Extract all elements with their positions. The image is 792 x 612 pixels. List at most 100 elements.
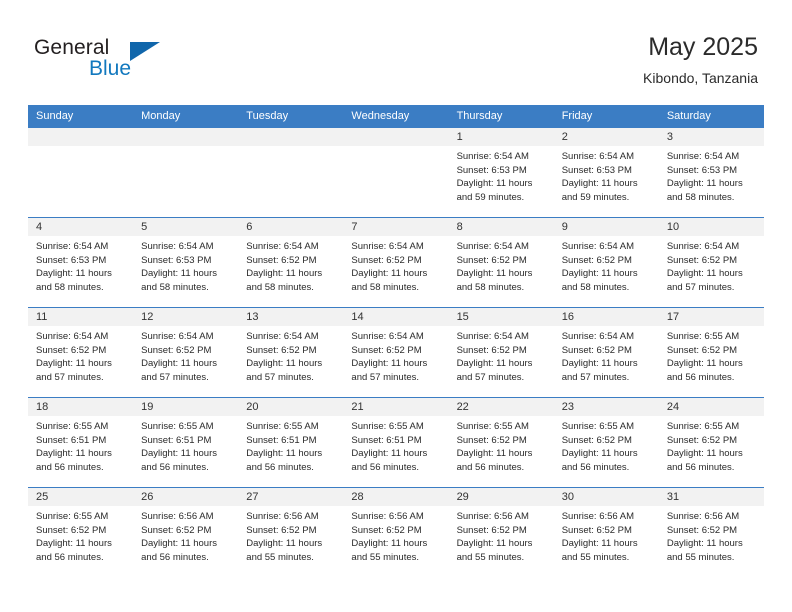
sunrise-text: Sunrise: 6:54 AM [246,331,319,342]
day-sun-info: Sunrise: 6:55 AM Sunset: 6:51 PM Daylight:… [343,416,448,474]
day-cell[interactable]: 17 Sunrise: 6:55 AM Sunset: 6:52 PM Dayligh… [658,307,764,397]
day-cell[interactable]: 15 Sunrise: 6:54 AM Sunset: 6:52 PM Dayligh… [448,307,554,397]
daylight-text-line1: Daylight: 11 hours [246,538,323,549]
sunset-text: Sunset: 6:52 PM [456,524,527,536]
day-number: 10 [658,218,764,236]
calendar-cell: 10 Sunrise: 6:54 AM Sunset: 6:52 PM Dayligh… [658,217,764,307]
daylight-text-line1: Daylight: 11 hours [351,538,428,549]
day-cell[interactable]: 23 Sunrise: 6:55 AM Sunset: 6:52 PM Dayligh… [553,397,659,487]
day-sun-info: Sunrise: 6:54 AM Sunset: 6:52 PM Daylight:… [449,236,554,294]
day-cell[interactable]: 14 Sunrise: 6:54 AM Sunset: 6:52 PM Dayligh… [343,307,449,397]
sunrise-text: Sunrise: 6:54 AM [456,241,529,252]
day-number: 23 [553,398,659,416]
calendar-cell: 31 Sunrise: 6:56 AM Sunset: 6:52 PM Dayligh… [658,487,764,577]
day-sun-info: Sunrise: 6:56 AM Sunset: 6:52 PM Daylight:… [343,506,448,564]
day-sun-info: Sunrise: 6:55 AM Sunset: 6:52 PM Daylight:… [449,416,554,474]
sunrise-text: Sunrise: 6:54 AM [141,241,214,252]
daylight-text-line2: and 57 minutes. [561,371,630,383]
logo-text-blue: Blue [89,57,132,80]
sunset-text: Sunset: 6:51 PM [36,434,107,446]
day-cell[interactable]: 28 Sunrise: 6:56 AM Sunset: 6:52 PM Dayligh… [343,487,449,577]
calendar-cell [238,127,344,217]
day-cell[interactable]: 5 Sunrise: 6:54 AM Sunset: 6:53 PM Daylight… [133,217,239,307]
day-number: 15 [448,308,554,326]
day-cell[interactable]: 22 Sunrise: 6:55 AM Sunset: 6:52 PM Dayligh… [448,397,554,487]
day-cell[interactable]: 12 Sunrise: 6:54 AM Sunset: 6:52 PM Dayligh… [133,307,239,397]
day-cell[interactable]: 30 Sunrise: 6:56 AM Sunset: 6:52 PM Dayligh… [553,487,659,577]
day-cell[interactable]: 21 Sunrise: 6:55 AM Sunset: 6:51 PM Dayligh… [343,397,449,487]
day-cell[interactable]: 16 Sunrise: 6:54 AM Sunset: 6:52 PM Dayligh… [553,307,659,397]
day-cell[interactable]: 7 Sunrise: 6:54 AM Sunset: 6:52 PM Daylight… [343,217,449,307]
sunset-text: Sunset: 6:52 PM [456,434,527,446]
day-sun-info: Sunrise: 6:54 AM Sunset: 6:52 PM Daylight:… [343,236,448,294]
day-cell[interactable]: 4 Sunrise: 6:54 AM Sunset: 6:53 PM Daylight… [28,217,134,307]
daylight-text-line2: and 57 minutes. [246,371,314,383]
sunrise-text: Sunrise: 6:56 AM [456,511,529,522]
day-cell[interactable]: 25 Sunrise: 6:55 AM Sunset: 6:52 PM Dayligh… [28,487,134,577]
sunrise-text: Sunrise: 6:54 AM [666,241,740,252]
day-number: 26 [133,488,239,506]
day-number [133,128,239,146]
sunset-text: Sunset: 6:52 PM [246,524,317,536]
weekday-header-wednesday: Wednesday [343,105,449,127]
day-cell[interactable]: 20 Sunrise: 6:55 AM Sunset: 6:51 PM Dayligh… [238,397,344,487]
sunset-text: Sunset: 6:52 PM [141,524,212,536]
calendar-cell [28,127,134,217]
day-cell[interactable]: 1 Sunrise: 6:54 AM Sunset: 6:53 PM Daylight… [448,127,554,217]
daylight-text-line1: Daylight: 11 hours [141,448,218,459]
day-cell-empty [133,127,239,217]
sunset-text: Sunset: 6:52 PM [666,254,738,266]
sunrise-text: Sunrise: 6:54 AM [666,151,740,162]
daylight-text-line2: and 56 minutes. [36,551,104,563]
calendar-cell: 2 Sunrise: 6:54 AM Sunset: 6:53 PM Daylight… [553,127,659,217]
day-number [343,128,449,146]
day-number: 27 [238,488,344,506]
sunrise-text: Sunrise: 6:54 AM [561,241,635,252]
daylight-text-line1: Daylight: 11 hours [456,538,533,549]
day-cell[interactable]: 13 Sunrise: 6:54 AM Sunset: 6:52 PM Dayligh… [238,307,344,397]
day-number: 28 [343,488,449,506]
day-cell[interactable]: 27 Sunrise: 6:56 AM Sunset: 6:52 PM Dayligh… [238,487,344,577]
day-cell[interactable]: 10 Sunrise: 6:54 AM Sunset: 6:52 PM Dayligh… [658,217,764,307]
day-cell[interactable]: 2 Sunrise: 6:54 AM Sunset: 6:53 PM Daylight… [553,127,659,217]
daylight-text-line2: and 56 minutes. [456,461,525,473]
daylight-text-line2: and 57 minutes. [36,371,104,383]
sunrise-text: Sunrise: 6:55 AM [141,421,214,432]
day-cell[interactable]: 31 Sunrise: 6:56 AM Sunset: 6:52 PM Dayligh… [658,487,764,577]
day-cell[interactable]: 8 Sunrise: 6:54 AM Sunset: 6:52 PM Daylight… [448,217,554,307]
daylight-text-line2: and 58 minutes. [561,281,630,293]
general-blue-logo[interactable]: General Blue [34,36,214,86]
day-cell[interactable]: 24 Sunrise: 6:55 AM Sunset: 6:52 PM Dayligh… [658,397,764,487]
sunrise-text: Sunrise: 6:55 AM [36,511,109,522]
day-cell[interactable]: 6 Sunrise: 6:54 AM Sunset: 6:52 PM Daylight… [238,217,344,307]
day-cell[interactable]: 3 Sunrise: 6:54 AM Sunset: 6:53 PM Daylight… [658,127,764,217]
daylight-text-line2: and 57 minutes. [141,371,209,383]
day-number: 13 [238,308,344,326]
sunset-text: Sunset: 6:52 PM [351,254,422,266]
day-cell[interactable]: 19 Sunrise: 6:55 AM Sunset: 6:51 PM Dayligh… [133,397,239,487]
daylight-text-line1: Daylight: 11 hours [246,358,323,369]
calendar-week-row: 11 Sunrise: 6:54 AM Sunset: 6:52 PM Dayligh… [28,307,764,397]
sunset-text: Sunset: 6:52 PM [561,254,632,266]
calendar-cell: 19 Sunrise: 6:55 AM Sunset: 6:51 PM Dayligh… [133,397,239,487]
calendar-cell: 11 Sunrise: 6:54 AM Sunset: 6:52 PM Dayligh… [28,307,134,397]
sunset-text: Sunset: 6:52 PM [246,344,317,356]
day-cell[interactable]: 26 Sunrise: 6:56 AM Sunset: 6:52 PM Dayligh… [133,487,239,577]
day-sun-info: Sunrise: 6:54 AM Sunset: 6:52 PM Daylight:… [554,326,659,384]
day-sun-info: Sunrise: 6:54 AM Sunset: 6:52 PM Daylight:… [449,326,554,384]
day-cell[interactable]: 11 Sunrise: 6:54 AM Sunset: 6:52 PM Dayligh… [28,307,134,397]
sunrise-text: Sunrise: 6:54 AM [351,331,424,342]
day-cell[interactable]: 18 Sunrise: 6:55 AM Sunset: 6:51 PM Dayligh… [28,397,134,487]
page-header: General Blue May 2025 Kibondo, Tanzania [0,0,792,104]
sunrise-text: Sunrise: 6:55 AM [36,421,109,432]
day-number: 9 [553,218,659,236]
day-cell[interactable]: 29 Sunrise: 6:56 AM Sunset: 6:52 PM Dayligh… [448,487,554,577]
daylight-text-line2: and 58 minutes. [351,281,420,293]
day-sun-info: Sunrise: 6:54 AM Sunset: 6:53 PM Daylight:… [554,146,659,204]
sunset-text: Sunset: 6:52 PM [351,344,422,356]
calendar-cell: 28 Sunrise: 6:56 AM Sunset: 6:52 PM Dayligh… [343,487,449,577]
day-number: 24 [658,398,764,416]
day-number: 14 [343,308,449,326]
day-cell[interactable]: 9 Sunrise: 6:54 AM Sunset: 6:52 PM Daylight… [553,217,659,307]
sunset-text: Sunset: 6:53 PM [36,254,107,266]
